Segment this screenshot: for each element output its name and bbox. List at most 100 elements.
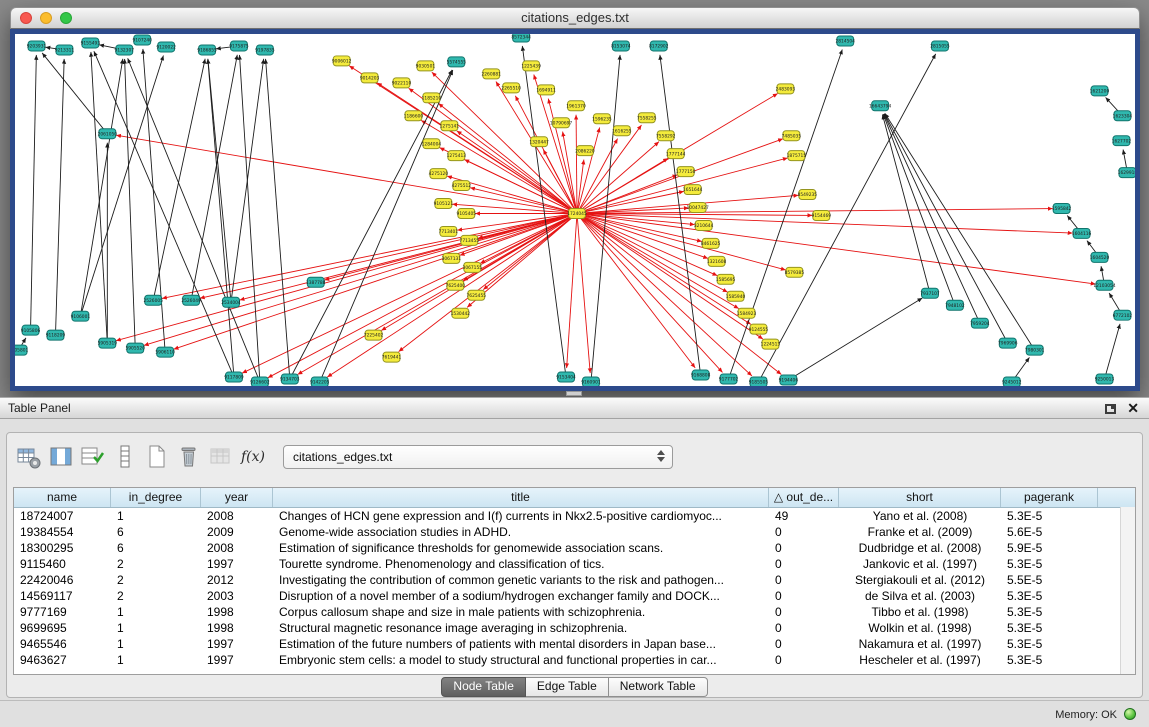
row-options-button[interactable] xyxy=(111,442,139,472)
graph-node[interactable]: 9154469 xyxy=(812,210,832,220)
graph-node[interactable]: 1321608 xyxy=(707,256,727,266)
table-row[interactable]: 1872400712008Changes of HCN gene express… xyxy=(14,508,1135,524)
graph-node[interactable]: 3210644 xyxy=(694,220,714,230)
graph-node[interactable]: 9250013 xyxy=(1095,374,1115,384)
graph-node[interactable]: 1777150 xyxy=(676,167,696,177)
graph-node[interactable]: 2814504 xyxy=(835,36,855,46)
graph-node[interactable]: 9105806 xyxy=(21,325,41,335)
graph-node[interactable]: 1596235 xyxy=(592,114,612,124)
graph-node[interactable]: 9132307 xyxy=(115,45,135,55)
graph-node[interactable]: 2526049 xyxy=(181,295,201,305)
graph-node[interactable]: 7225402 xyxy=(364,330,384,340)
graph-node[interactable]: 1387788 xyxy=(306,277,326,287)
table-body[interactable]: 1872400712008Changes of HCN gene express… xyxy=(14,508,1135,668)
graph-node[interactable]: 9155493 xyxy=(81,38,101,48)
graph-node[interactable]: 9107240 xyxy=(132,35,152,45)
graph-node[interactable]: 7713401 xyxy=(439,226,459,236)
graph-node[interactable]: 1530442 xyxy=(451,308,471,318)
table-row[interactable]: 1830029562008Estimation of significance … xyxy=(14,540,1135,556)
column-header-name[interactable]: name xyxy=(14,488,111,507)
graph-node[interactable]: 9006012 xyxy=(332,56,352,66)
graph-node[interactable]: 9134703 xyxy=(280,374,300,384)
graph-node[interactable]: 2265510 xyxy=(501,83,521,93)
graph-node[interactable]: 5905319 xyxy=(98,338,118,348)
graph-node[interactable]: 3067155 xyxy=(463,262,483,272)
edit-columns-button[interactable] xyxy=(79,442,107,472)
graph-node[interactable]: 9105121 xyxy=(434,199,454,209)
graph-node[interactable]: 1185210 xyxy=(422,93,442,103)
table-mode-button[interactable] xyxy=(15,442,43,472)
graph-node[interactable]: 8572344 xyxy=(511,34,531,42)
graph-node[interactable]: 7980301 xyxy=(1025,345,1045,355)
table-row[interactable]: 1456911722003Disruption of a novel membe… xyxy=(14,588,1135,604)
graph-node[interactable]: 2534004 xyxy=(221,297,241,307)
column-header-pagerank[interactable]: pagerank xyxy=(1001,488,1098,507)
graph-node[interactable]: 1961370 xyxy=(566,101,586,111)
graph-node[interactable]: 2526005 xyxy=(143,295,163,305)
graph-node[interactable]: 1604116 xyxy=(1072,228,1092,238)
graph-node[interactable]: 1623304 xyxy=(1113,111,1133,121)
graph-node[interactable]: 7485035 xyxy=(782,131,802,141)
graph-node[interactable]: 8549235 xyxy=(798,190,818,200)
graph-node[interactable]: 7959204 xyxy=(970,318,990,328)
graph-node[interactable]: 9106001 xyxy=(71,311,91,321)
graph-node[interactable]: 2086220 xyxy=(575,146,595,156)
close-panel-icon[interactable]: ✕ xyxy=(1127,402,1139,415)
graph-node[interactable]: 2061050 xyxy=(98,129,118,139)
graph-node[interactable]: 8579385 xyxy=(785,267,805,277)
graph-node[interactable]: 9022110 xyxy=(392,78,412,88)
graph-node[interactable]: 7948102 xyxy=(945,300,965,310)
graph-node[interactable]: 1284004 xyxy=(422,139,442,149)
table-row[interactable]: 911546021997Tourette syndrome. Phenomeno… xyxy=(14,556,1135,572)
import-table-button[interactable] xyxy=(207,442,235,472)
graph-node[interactable]: 1875715 xyxy=(787,151,807,161)
graph-node[interactable]: 1595842 xyxy=(1052,204,1072,214)
graph-node[interactable]: 9177702 xyxy=(719,374,739,384)
graph-node[interactable]: 9124555 xyxy=(749,324,769,334)
graph-node[interactable]: 10047427 xyxy=(687,203,709,213)
graph-node[interactable]: 9213311 xyxy=(55,45,75,55)
graph-node[interactable]: 1627702 xyxy=(1112,136,1132,146)
graph-node[interactable]: 2815055 xyxy=(930,41,950,51)
graph-node[interactable]: 9120022 xyxy=(156,42,176,52)
graph-node[interactable]: 9203931 xyxy=(27,41,47,51)
graph-node[interactable]: 4275512 xyxy=(452,181,472,191)
graph-node[interactable]: 1275413 xyxy=(447,151,467,161)
column-header-title[interactable]: title xyxy=(273,488,769,507)
zoom-window-button[interactable] xyxy=(60,12,72,24)
delete-column-button[interactable] xyxy=(175,442,203,472)
graph-node[interactable]: 9194406 xyxy=(779,375,799,385)
graph-node[interactable]: 1186600 xyxy=(404,111,424,121)
graph-node[interactable]: 7969906 xyxy=(998,338,1018,348)
graph-node[interactable]: 8153074 xyxy=(611,41,631,51)
graph-node[interactable]: 7625455 xyxy=(467,290,487,300)
graph-node[interactable]: 9105405 xyxy=(457,209,477,219)
graph-node[interactable]: 1584923 xyxy=(737,308,757,318)
graph-node[interactable]: 9175875 xyxy=(229,41,249,51)
graph-node[interactable]: 9197835 xyxy=(255,45,275,55)
graph-node[interactable]: 1694911 xyxy=(536,85,556,95)
graph-node[interactable]: 1224513 xyxy=(761,339,781,349)
table-selector-dropdown[interactable]: citations_edges.txt xyxy=(283,445,673,469)
close-window-button[interactable] xyxy=(20,12,32,24)
graph-node[interactable]: 9153404 xyxy=(556,372,576,382)
graph-node[interactable]: 7713455 xyxy=(460,235,480,245)
column-header-out_de[interactable]: △ out_de... xyxy=(769,488,839,507)
graph-node[interactable]: 6772102 xyxy=(1113,310,1133,320)
graph-node[interactable]: 2260881 xyxy=(481,69,501,79)
network-window-titlebar[interactable]: citations_edges.txt xyxy=(10,7,1140,29)
graph-node[interactable]: 1651644 xyxy=(683,185,703,195)
function-builder-button[interactable]: f(x) xyxy=(239,442,267,472)
tab-edge-table[interactable]: Edge Table xyxy=(526,677,609,697)
minimize-window-button[interactable] xyxy=(40,12,52,24)
graph-node[interactable]: 3067131 xyxy=(442,253,462,263)
graph-node[interactable]: 1621200 xyxy=(1090,86,1110,96)
network-canvas-svg[interactable]: 9203931 9213311 9155493 91323079107240 91200… xyxy=(15,34,1135,386)
graph-node[interactable]: 1629918 xyxy=(1118,168,1135,178)
graph-node[interactable]: 9186855 xyxy=(197,45,217,55)
graph-node[interactable]: 10790697 xyxy=(550,118,572,128)
graph-node[interactable]: 7625400 xyxy=(446,280,466,290)
float-panel-icon[interactable] xyxy=(1105,404,1116,414)
table-row[interactable]: 977716911998Corpus callosum shape and si… xyxy=(14,604,1135,620)
table-row[interactable]: 946554611997Estimation of the future num… xyxy=(14,636,1135,652)
